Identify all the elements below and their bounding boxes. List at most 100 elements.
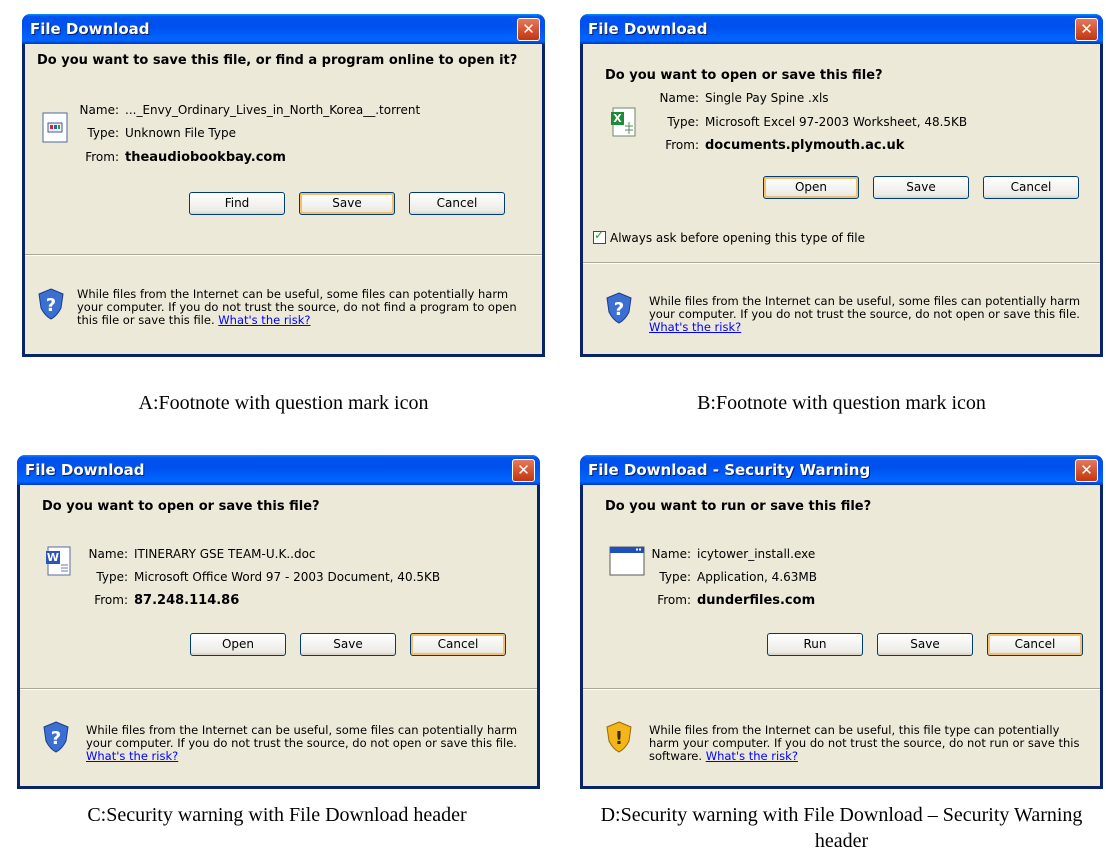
dialog-body: Do you want to open or save this file? W… bbox=[20, 485, 537, 786]
type-value: Microsoft Office Word 97 - 2003 Document… bbox=[134, 570, 441, 584]
open-button[interactable]: Open bbox=[190, 633, 286, 656]
caption-d: D:Security warning with File Download – … bbox=[600, 804, 1083, 852]
type-label: Type: bbox=[96, 570, 128, 584]
type-row: Type: Application, 4.63MB bbox=[631, 570, 817, 584]
dialog-body: Do you want to run or save this file? Na… bbox=[583, 485, 1100, 786]
type-row: Type: Microsoft Excel 97-2003 Worksheet, … bbox=[639, 115, 967, 129]
name-label: Name: bbox=[88, 547, 128, 561]
run-button[interactable]: Run bbox=[767, 633, 863, 656]
whats-the-risk-link[interactable]: What's the risk? bbox=[706, 749, 798, 763]
dialog-question: Do you want to run or save this file? bbox=[605, 499, 872, 514]
dialog-b: File Download ✕ Do you want to open or s… bbox=[580, 14, 1103, 357]
close-button[interactable]: ✕ bbox=[1075, 459, 1098, 482]
name-label: Name: bbox=[659, 91, 699, 105]
dialog-a: File Download ✕ Do you want to save this… bbox=[22, 14, 545, 357]
footnote: While files from the Internet can be use… bbox=[86, 724, 527, 763]
save-button[interactable]: Save bbox=[877, 633, 973, 656]
name-row: Name: icytower_install.exe bbox=[631, 547, 816, 561]
cancel-button[interactable]: Cancel bbox=[409, 192, 505, 215]
close-icon: ✕ bbox=[1080, 20, 1093, 38]
always-ask-checkbox[interactable]: Always ask before opening this type of f… bbox=[593, 228, 865, 245]
save-button[interactable]: Save bbox=[300, 633, 396, 656]
type-value: Application, 4.63MB bbox=[697, 570, 817, 584]
question-shield-icon: ? bbox=[37, 288, 65, 320]
dialog-question: Do you want to save this file, or find a… bbox=[37, 53, 518, 68]
caption-c: C:Security warning with File Download he… bbox=[87, 804, 467, 826]
name-value: ..._Envy_Ordinary_Lives_in_North_Korea__… bbox=[125, 103, 421, 117]
footnote: While files from the Internet can be use… bbox=[649, 724, 1090, 763]
name-value: ITINERARY GSE TEAM-U.K..doc bbox=[134, 547, 316, 561]
close-button[interactable]: ✕ bbox=[1075, 18, 1098, 41]
svg-text:?: ? bbox=[46, 295, 56, 316]
close-button[interactable]: ✕ bbox=[517, 18, 540, 41]
from-row: From: documents.plymouth.ac.uk bbox=[639, 138, 904, 153]
title-bar[interactable]: File Download - Security Warning ✕ bbox=[580, 455, 1103, 485]
footnote: While files from the Internet can be use… bbox=[649, 295, 1090, 334]
footnote-text: While files from the Internet can be use… bbox=[86, 723, 518, 750]
cancel-button[interactable]: Cancel bbox=[987, 633, 1083, 656]
from-label: From: bbox=[657, 593, 691, 607]
checkbox-label: Always ask before opening this type of f… bbox=[610, 231, 865, 245]
type-value: Microsoft Excel 97-2003 Worksheet, 48.5K… bbox=[705, 115, 968, 129]
from-label: From: bbox=[85, 150, 119, 164]
from-value: dunderfiles.com bbox=[697, 593, 816, 608]
name-label: Name: bbox=[651, 547, 691, 561]
type-value: Unknown File Type bbox=[125, 126, 236, 140]
dialog-title: File Download bbox=[25, 461, 145, 479]
dialog-title: File Download bbox=[30, 20, 150, 38]
dialog-title: File Download bbox=[588, 20, 708, 38]
find-button[interactable]: Find bbox=[189, 192, 285, 215]
whats-the-risk-link[interactable]: What's the risk? bbox=[218, 313, 310, 327]
dialog-question: Do you want to open or save this file? bbox=[605, 68, 883, 83]
svg-text:X: X bbox=[613, 112, 622, 125]
type-label: Type: bbox=[667, 115, 699, 129]
from-row: From: 87.248.114.86 bbox=[68, 593, 239, 608]
svg-text:W: W bbox=[47, 551, 59, 564]
from-value: 87.248.114.86 bbox=[134, 593, 240, 608]
svg-text:!: ! bbox=[615, 728, 623, 749]
close-icon: ✕ bbox=[1080, 461, 1093, 479]
divider bbox=[25, 254, 542, 256]
name-row: Name: ITINERARY GSE TEAM-U.K..doc bbox=[68, 547, 316, 561]
title-bar[interactable]: File Download ✕ bbox=[22, 14, 545, 44]
caption-a: A:Footnote with question mark icon bbox=[138, 392, 429, 414]
save-button[interactable]: Save bbox=[873, 176, 969, 199]
name-row: Name: Single Pay Spine .xls bbox=[639, 91, 829, 105]
whats-the-risk-link[interactable]: What's the risk? bbox=[86, 749, 178, 763]
close-button[interactable]: ✕ bbox=[512, 459, 535, 482]
type-row: Type: Microsoft Office Word 97 - 2003 Doc… bbox=[68, 570, 440, 584]
name-value: icytower_install.exe bbox=[697, 547, 816, 561]
caption-b: B:Footnote with question mark icon bbox=[697, 392, 986, 414]
name-row: Name: ..._Envy_Ordinary_Lives_in_North_Ko… bbox=[59, 103, 421, 117]
checkbox-checked[interactable] bbox=[593, 228, 606, 244]
footnote: While files from the Internet can be use… bbox=[77, 288, 532, 327]
close-icon: ✕ bbox=[517, 461, 530, 479]
question-shield-icon: ? bbox=[42, 721, 70, 753]
from-value: theaudiobookbay.com bbox=[125, 150, 286, 165]
from-value: documents.plymouth.ac.uk bbox=[705, 138, 905, 153]
cancel-button[interactable]: Cancel bbox=[983, 176, 1079, 199]
type-row: Type: Unknown File Type bbox=[59, 126, 236, 140]
name-value: Single Pay Spine .xls bbox=[705, 91, 829, 105]
footnote-text: While files from the Internet can be use… bbox=[649, 294, 1081, 321]
title-bar[interactable]: File Download ✕ bbox=[580, 14, 1103, 44]
divider bbox=[583, 262, 1100, 264]
save-button[interactable]: Save bbox=[299, 192, 395, 215]
divider bbox=[20, 688, 537, 690]
dialog-d: File Download - Security Warning ✕ Do yo… bbox=[580, 455, 1103, 789]
dialog-body: Do you want to save this file, or find a… bbox=[25, 44, 542, 354]
question-shield-icon: ? bbox=[605, 292, 633, 324]
dialog-question: Do you want to open or save this file? bbox=[42, 499, 320, 514]
svg-text:?: ? bbox=[614, 299, 624, 320]
from-row: From: dunderfiles.com bbox=[631, 593, 815, 608]
from-label: From: bbox=[94, 593, 128, 607]
divider bbox=[583, 688, 1100, 690]
open-button[interactable]: Open bbox=[763, 176, 859, 199]
cancel-button[interactable]: Cancel bbox=[410, 633, 506, 656]
excel-file-icon: X bbox=[609, 106, 637, 138]
dialog-title: File Download - Security Warning bbox=[588, 461, 871, 479]
name-label: Name: bbox=[79, 103, 119, 117]
dialog-body: Do you want to open or save this file? X… bbox=[583, 44, 1100, 354]
whats-the-risk-link[interactable]: What's the risk? bbox=[649, 320, 741, 334]
title-bar[interactable]: File Download ✕ bbox=[17, 455, 540, 485]
